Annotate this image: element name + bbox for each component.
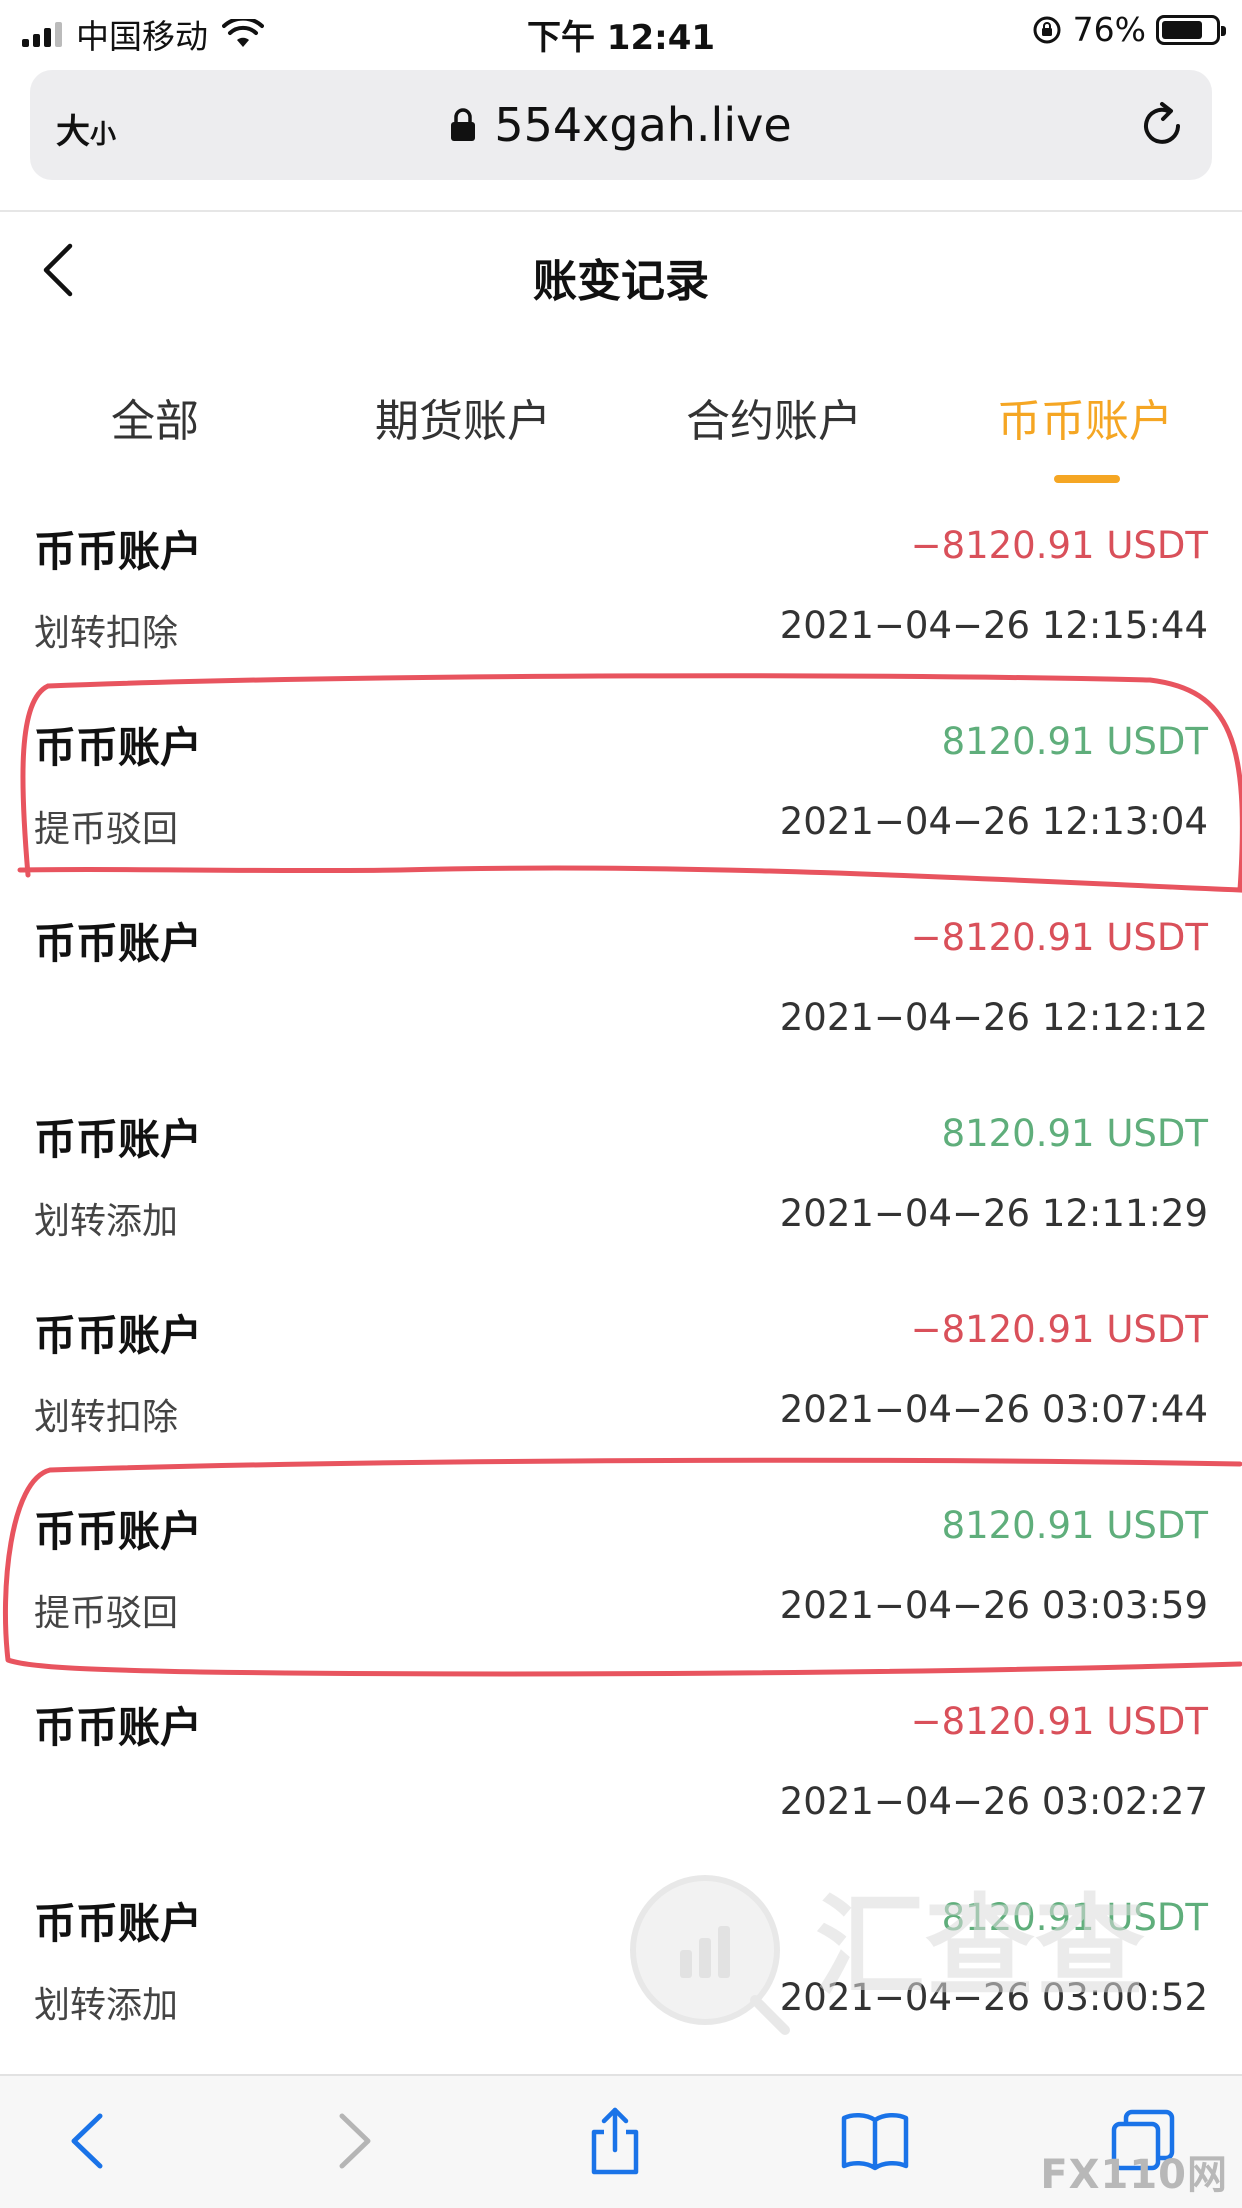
record-amount: −8120.91 USDT	[910, 1308, 1208, 1351]
url-text: 554xgah.live	[494, 98, 792, 152]
list-item[interactable]: 币币账户 −8120.91 USDT 划转扣除 2021−04−26 03:07…	[0, 1284, 1242, 1480]
record-description: 提币驳回	[34, 1593, 179, 1634]
list-item[interactable]: 币币账户 8120.91 USDT 划转添加 2021−04−26 12:11:…	[0, 1088, 1242, 1284]
record-amount: −8120.91 USDT	[910, 916, 1208, 959]
record-amount: 8120.91 USDT	[941, 1112, 1208, 1155]
record-description: 划转添加	[34, 1201, 179, 1242]
record-description: 划转扣除	[34, 613, 179, 654]
screen: 中国移动 下午 12:41 76% 大小 554xgah.live 账变记录 全…	[0, 0, 1242, 2208]
list-item[interactable]: 币币账户 −8120.91 USDT 2021−04−26 03:02:27	[0, 1676, 1242, 1872]
record-account: 币币账户	[34, 1115, 203, 1164]
divider	[0, 210, 1242, 212]
battery-percent: 76%	[1072, 10, 1146, 49]
browser-toolbar: FX110网	[0, 2074, 1242, 2208]
record-description: 提币驳回	[34, 809, 179, 850]
record-description: 划转添加	[34, 1985, 179, 2026]
lock-icon	[451, 108, 476, 141]
list-item[interactable]: 币币账户 8120.91 USDT 提币驳回 2021−04−26 03:03:…	[0, 1480, 1242, 1676]
record-amount: −8120.91 USDT	[910, 524, 1208, 567]
record-account: 币币账户	[34, 527, 203, 576]
active-tab-indicator	[1054, 475, 1120, 483]
back-icon[interactable]	[52, 2106, 122, 2176]
record-account: 币币账户	[34, 723, 203, 772]
forward-icon[interactable]	[320, 2106, 390, 2176]
record-time: 2021−04−26 03:02:27	[779, 1780, 1208, 1823]
record-account: 币币账户	[34, 1899, 203, 1948]
record-time: 2021−04−26 03:07:44	[779, 1388, 1208, 1431]
tab-contract-account[interactable]: 合约账户	[686, 385, 862, 449]
rotation-lock-icon	[1033, 16, 1061, 43]
fx110-watermark: FX110网	[1040, 2152, 1228, 2198]
account-tabs: 全部 期货账户 合约账户 币币账户	[0, 385, 1242, 485]
record-time: 2021−04−26 12:15:44	[779, 604, 1208, 647]
record-account: 币币账户	[34, 919, 203, 968]
battery-icon	[1156, 14, 1226, 45]
record-amount: 8120.91 USDT	[941, 1504, 1208, 1547]
list-item[interactable]: 币币账户 −8120.91 USDT 划转扣除 2021−04−26 12:15…	[0, 500, 1242, 696]
tab-spot-account[interactable]: 币币账户	[997, 385, 1173, 449]
record-time: 2021−04−26 12:11:29	[779, 1192, 1208, 1235]
status-bar: 中国移动 下午 12:41 76%	[0, 0, 1242, 62]
record-time: 2021−04−26 12:12:12	[779, 996, 1208, 1039]
reload-icon[interactable]	[1138, 100, 1188, 152]
record-account: 币币账户	[34, 1703, 203, 1752]
record-account: 币币账户	[34, 1507, 203, 1556]
transaction-list: 币币账户 −8120.91 USDT 划转扣除 2021−04−26 12:15…	[0, 500, 1242, 2068]
page-title: 账变记录	[533, 256, 709, 307]
bookmarks-icon[interactable]	[840, 2106, 910, 2176]
list-item[interactable]: 币币账户 −8120.91 USDT 2021−04−26 12:12:12	[0, 892, 1242, 1088]
record-time: 2021−04−26 03:03:59	[779, 1584, 1208, 1627]
address-bar[interactable]: 大小 554xgah.live	[30, 70, 1212, 180]
watermark-logo: 汇查查	[630, 1875, 1145, 2035]
status-right: 76%	[1031, 10, 1226, 49]
record-amount: −8120.91 USDT	[910, 1700, 1208, 1743]
record-account: 币币账户	[34, 1311, 203, 1360]
tab-all[interactable]: 全部	[111, 385, 199, 449]
record-description: 划转扣除	[34, 1397, 179, 1438]
record-time: 2021−04−26 12:13:04	[779, 800, 1208, 843]
record-amount: 8120.91 USDT	[941, 720, 1208, 763]
list-item[interactable]: 币币账户 8120.91 USDT 提币驳回 2021−04−26 12:13:…	[0, 696, 1242, 892]
url-field[interactable]: 554xgah.live	[30, 98, 1212, 152]
tab-futures-account[interactable]: 期货账户	[375, 385, 551, 449]
share-icon[interactable]	[580, 2106, 650, 2176]
svg-text:汇查查: 汇查查	[815, 1883, 1145, 2011]
